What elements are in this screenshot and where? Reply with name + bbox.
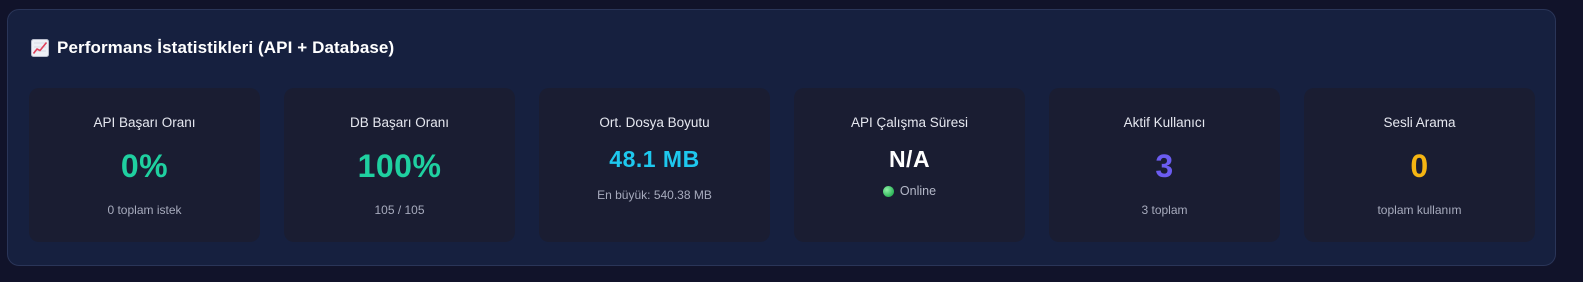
stats-cards: API Başarı Oranı 0% 0 toplam istek DB Ba… [29, 88, 1535, 242]
card-value: N/A [888, 146, 931, 172]
online-dot-icon [882, 185, 894, 197]
card-avg-file-size: Ort. Dosya Boyutu 48.1 MB En büyük: 540.… [539, 88, 770, 242]
card-label: Aktif Kullanıcı [1123, 115, 1206, 130]
card-label: API Çalışma Süresi [850, 115, 969, 130]
card-active-users: Aktif Kullanıcı 3 3 toplam [1049, 88, 1280, 242]
card-subtext: En büyük: 540.38 MB [597, 188, 712, 202]
card-label: DB Başarı Oranı [349, 115, 450, 130]
card-value: 0 [1410, 148, 1429, 184]
panel-header: Performans İstatistikleri (API + Databas… [31, 38, 394, 58]
card-subtext: 0 toplam istek [107, 203, 182, 217]
card-subtext: 105 / 105 [374, 203, 425, 217]
performance-stats-panel: Performans İstatistikleri (API + Databas… [7, 9, 1556, 266]
card-value: 0% [120, 148, 169, 184]
card-value: 3 [1155, 148, 1174, 184]
card-value: 100% [357, 148, 442, 184]
card-db-success-rate: DB Başarı Oranı 100% 105 / 105 [284, 88, 515, 242]
card-api-success-rate: API Başarı Oranı 0% 0 toplam istek [29, 88, 260, 242]
card-subtext: toplam kullanım [1377, 203, 1462, 217]
card-label: API Başarı Oranı [93, 115, 196, 130]
card-label: Sesli Arama [1383, 115, 1456, 130]
card-api-uptime: API Çalışma Süresi N/A Online [794, 88, 1025, 242]
card-value: 48.1 MB [609, 146, 700, 172]
card-subtext: 3 toplam [1141, 203, 1188, 217]
status-indicator: Online [794, 184, 1025, 198]
status-text: Online [899, 184, 937, 198]
card-voice-search: Sesli Arama 0 toplam kullanım [1304, 88, 1535, 242]
card-label: Ort. Dosya Boyutu [599, 115, 710, 130]
panel-title: Performans İstatistikleri (API + Databas… [57, 38, 395, 57]
chart-increasing-icon [31, 39, 49, 57]
